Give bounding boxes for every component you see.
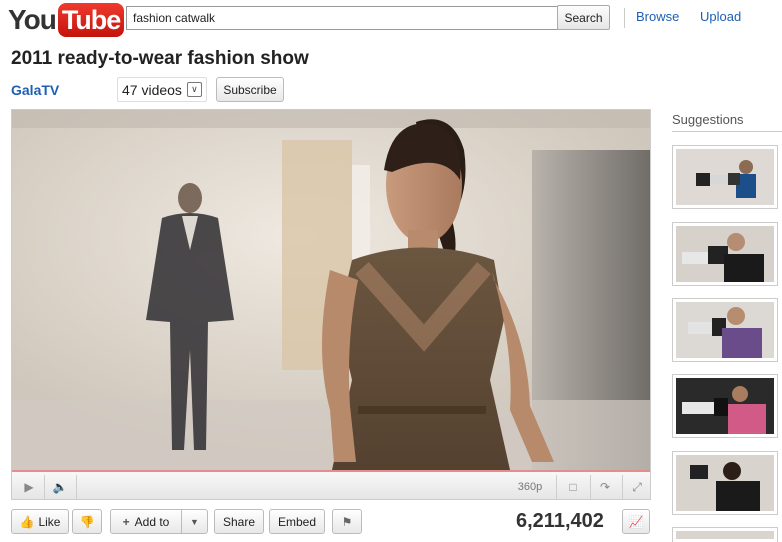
plus-icon: + — [122, 514, 130, 529]
player-controls: ▶ 🔈 360p □ ↷ ⤢ — [12, 470, 650, 499]
browse-link[interactable]: Browse — [636, 9, 679, 24]
chevron-down-icon: ▼ — [190, 516, 199, 527]
youtube-logo[interactable]: You Tube — [8, 2, 125, 38]
volume-icon[interactable]: 🔈 — [48, 477, 72, 497]
video-count-label: 47 videos — [122, 81, 182, 98]
popout-icon[interactable]: □ — [562, 477, 584, 497]
video-scene-image — [12, 110, 650, 470]
photographer-thumbnail-image — [676, 149, 774, 205]
suggestion-thumbnail[interactable] — [672, 374, 778, 438]
search-button[interactable]: Search — [557, 5, 610, 30]
fullscreen-icon[interactable]: ⤢ — [626, 477, 648, 497]
suggestion-thumbnail[interactable] — [672, 451, 778, 515]
video-title: 2011 ready-to-wear fashion show — [11, 48, 309, 69]
subscribe-button[interactable]: Subscribe — [216, 77, 284, 102]
controls-divider — [622, 475, 623, 499]
suggestion-thumbnail[interactable] — [672, 527, 778, 542]
like-button[interactable]: 👍 Like — [11, 509, 69, 534]
stats-button[interactable]: 📈 — [622, 509, 650, 534]
view-count: 6,211,402 — [516, 510, 604, 532]
channel-videos-dropdown[interactable]: 47 videos ∨ — [117, 77, 207, 102]
header-divider — [624, 8, 625, 28]
photographer-thumbnail-image — [676, 226, 774, 282]
suggestion-thumbnail[interactable] — [672, 222, 778, 286]
like-label: Like — [38, 514, 61, 529]
suggestion-thumbnail[interactable] — [672, 145, 778, 209]
photographer-thumbnail-image — [676, 531, 774, 539]
controls-divider — [590, 475, 591, 499]
add-to-menu-button[interactable]: ▼ — [181, 509, 208, 534]
flag-icon: ⚑ — [341, 514, 353, 529]
chevron-down-icon: ∨ — [186, 82, 202, 97]
controls-divider — [556, 475, 557, 499]
quality-selector[interactable]: 360p — [512, 477, 548, 497]
dislike-button[interactable]: 👎 — [72, 509, 102, 534]
flag-button[interactable]: ⚑ — [332, 509, 362, 534]
logo-tube-text: Tube — [57, 3, 125, 37]
thumbs-up-icon: 👍 — [19, 514, 35, 529]
thumbs-down-icon: 👎 — [79, 514, 95, 529]
photographer-thumbnail-image — [676, 455, 774, 511]
photographer-thumbnail-image — [676, 378, 774, 434]
play-icon[interactable]: ▶ — [18, 477, 40, 497]
expand-icon[interactable]: ↷ — [594, 477, 616, 497]
search-input[interactable] — [126, 6, 558, 30]
add-to-label: Add to — [134, 514, 170, 529]
embed-button[interactable]: Embed — [269, 509, 325, 534]
youtube-watch-page: You Tube Search Browse Upload 2011 ready… — [0, 0, 782, 542]
controls-divider — [76, 475, 77, 499]
channel-link[interactable]: GalaTV — [11, 82, 59, 98]
logo-you-text: You — [8, 4, 57, 35]
suggestion-thumbnail[interactable] — [672, 298, 778, 362]
add-to-button[interactable]: + Add to — [110, 509, 182, 534]
photographer-thumbnail-image — [676, 302, 774, 358]
stats-icon: 📈 — [628, 514, 644, 529]
suggestions-divider — [672, 131, 782, 132]
controls-divider — [44, 475, 45, 499]
share-button[interactable]: Share — [214, 509, 264, 534]
suggestions-heading: Suggestions — [672, 112, 744, 127]
video-frame[interactable] — [12, 110, 650, 470]
video-player[interactable]: ▶ 🔈 360p □ ↷ ⤢ — [11, 109, 651, 500]
upload-link[interactable]: Upload — [700, 9, 741, 24]
